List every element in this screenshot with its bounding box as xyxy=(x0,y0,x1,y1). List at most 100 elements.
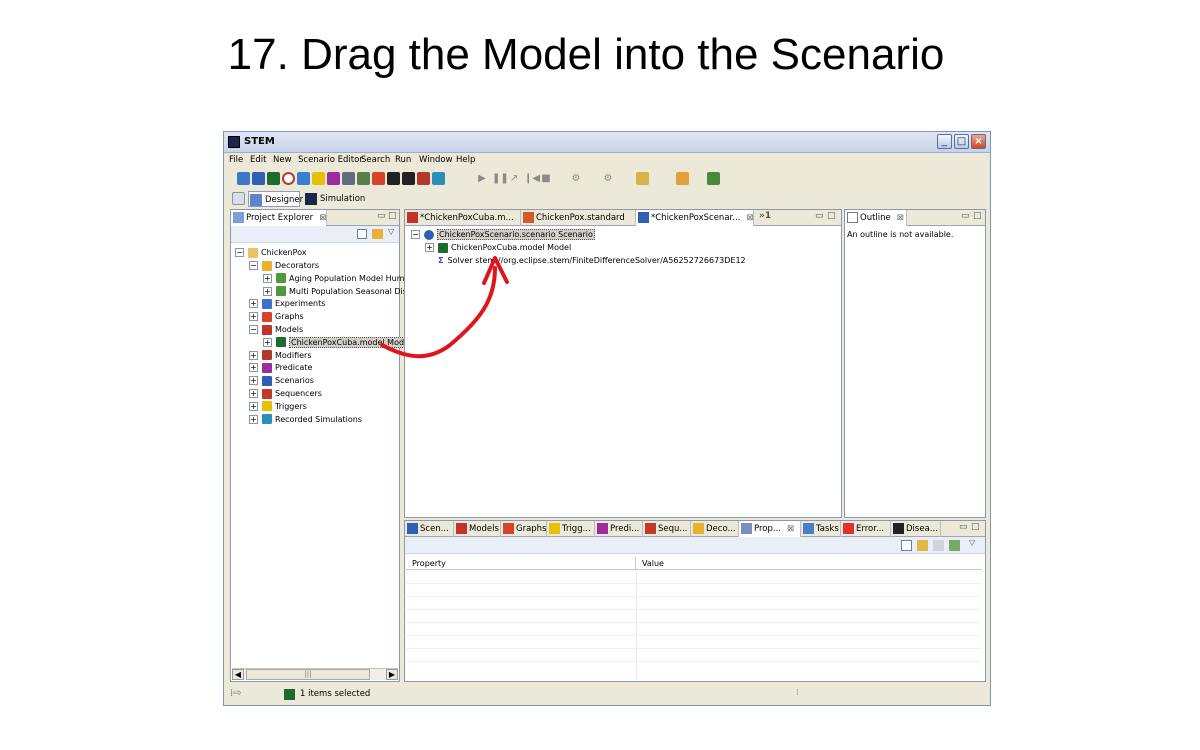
scenario-root[interactable]: − ChickenPoxScenario.scenario Scenario xyxy=(411,229,595,242)
expand-toggle[interactable]: + xyxy=(425,243,434,252)
tree-item-chickenpoxcuba-model-model[interactable]: + ChickenPoxCuba.model Model xyxy=(263,336,414,350)
reset-icon[interactable]: ❙◀ xyxy=(524,172,540,185)
step-icon[interactable]: ↗ xyxy=(508,172,520,185)
collapse-toggle[interactable]: − xyxy=(249,261,258,270)
expand-toggle[interactable]: + xyxy=(249,389,258,398)
bottom-tab-sequ[interactable]: Sequ... xyxy=(643,521,691,537)
perspective-designer[interactable]: Designer xyxy=(248,191,303,207)
maximize-view-icon[interactable]: □ xyxy=(388,211,397,221)
expand-toggle[interactable]: + xyxy=(249,414,258,424)
editor-overflow[interactable]: »1 xyxy=(759,211,771,221)
tab-outline[interactable]: Outline ⊠ xyxy=(845,210,907,226)
close-tab-icon[interactable]: ⊠ xyxy=(746,213,753,223)
minimize-view-icon[interactable]: ▭ xyxy=(377,211,386,221)
maximize-button[interactable]: □ xyxy=(954,134,969,149)
pause-icon[interactable]: ❚❚ xyxy=(492,172,509,185)
maximize-view-icon[interactable]: □ xyxy=(971,522,980,532)
bottom-tab-deco[interactable]: Deco... xyxy=(691,521,739,537)
link-with-editor-icon[interactable] xyxy=(372,229,383,239)
close-tab-icon[interactable]: ⊠ xyxy=(897,213,904,223)
expand-toggle[interactable]: + xyxy=(249,312,258,322)
tree-item-models[interactable]: − Models xyxy=(249,324,303,337)
new-trigger-icon[interactable] xyxy=(312,172,325,185)
new-predicate-icon[interactable] xyxy=(327,172,340,185)
tree-item-scenarios[interactable]: + Scenarios xyxy=(249,375,314,388)
new-chart-icon[interactable] xyxy=(372,172,385,185)
search-icon[interactable] xyxy=(707,172,720,185)
maximize-view-icon[interactable]: □ xyxy=(973,211,982,221)
tree-item-modifiers[interactable]: + Modifiers xyxy=(249,350,312,363)
expand-toggle[interactable]: + xyxy=(263,337,272,347)
editor-tab-chickenpoxcuba-m[interactable]: *ChickenPoxCuba.m... xyxy=(405,210,521,226)
column-property[interactable]: Property xyxy=(406,557,636,570)
new-sequencer-icon[interactable] xyxy=(282,172,295,185)
scroll-thumb[interactable]: ||| xyxy=(246,669,370,680)
close-tab-icon[interactable]: ⊠ xyxy=(319,213,326,223)
scenario-model-item[interactable]: + ChickenPoxCuba.model Model xyxy=(425,242,571,255)
minimize-editor-icon[interactable]: ▭ xyxy=(815,211,824,221)
minimize-button[interactable]: _ xyxy=(937,134,952,149)
editor-tab-chickenpox-standard[interactable]: ChickenPox.standard xyxy=(521,210,636,226)
menu-search[interactable]: Search xyxy=(361,155,390,165)
collapse-toggle[interactable]: − xyxy=(235,248,244,257)
minimize-view-icon[interactable]: ▭ xyxy=(959,522,968,532)
tree-item-recorded-simulations[interactable]: + Recorded Simulations xyxy=(249,414,362,427)
column-value[interactable]: Value xyxy=(636,557,982,570)
maximize-editor-icon[interactable]: □ xyxy=(827,211,836,221)
view-menu-icon[interactable]: ▽ xyxy=(969,538,975,547)
bottom-tab-tasks[interactable]: Tasks xyxy=(801,521,841,537)
tree-item-triggers[interactable]: + Triggers xyxy=(249,401,307,414)
expand-toggle[interactable]: + xyxy=(249,350,258,360)
perspective-simulation[interactable]: Simulation xyxy=(304,191,365,207)
expand-toggle[interactable]: + xyxy=(249,401,258,411)
editor-tab-chickenpoxscenar[interactable]: *ChickenPoxScenar... ⊠ xyxy=(636,210,754,226)
new-scenario-icon[interactable] xyxy=(252,172,265,185)
horizontal-scrollbar[interactable]: ◀ ||| ▶ xyxy=(232,668,398,680)
new-decorator-icon[interactable] xyxy=(357,172,370,185)
expand-toggle[interactable]: + xyxy=(249,299,258,309)
menu-help[interactable]: Help xyxy=(456,155,475,165)
collapse-toggle[interactable]: − xyxy=(249,325,258,334)
collapse-all-icon[interactable] xyxy=(357,229,367,239)
expand-toggle[interactable]: + xyxy=(249,376,258,386)
menu-new[interactable]: New xyxy=(273,155,292,165)
new-recorded-icon[interactable] xyxy=(432,172,445,185)
new-population-icon[interactable] xyxy=(402,172,415,185)
fast-view-icon[interactable]: ⁞⇨ xyxy=(230,688,242,699)
pin-icon[interactable] xyxy=(949,540,960,551)
new-disease-icon[interactable] xyxy=(387,172,400,185)
bottom-tab-error[interactable]: Error... xyxy=(841,521,891,537)
scroll-left-icon[interactable]: ◀ xyxy=(232,669,244,680)
scroll-right-icon[interactable]: ▶ xyxy=(386,669,398,680)
close-tab-icon[interactable]: ⊠ xyxy=(787,524,794,534)
tree-item-decorators[interactable]: − Decorators xyxy=(249,260,319,273)
menu-run[interactable]: Run xyxy=(395,155,411,165)
new-wizard-icon[interactable] xyxy=(237,172,250,185)
open-perspective-icon[interactable] xyxy=(232,192,245,205)
tree-item-predicate[interactable]: + Predicate xyxy=(249,362,312,375)
close-button[interactable]: × xyxy=(971,134,986,149)
bottom-tab-disea[interactable]: Disea... xyxy=(891,521,941,537)
new-modifier-icon[interactable] xyxy=(417,172,430,185)
bottom-tab-predi[interactable]: Predi... xyxy=(595,521,643,537)
bottom-tab-trigg[interactable]: Trigg... xyxy=(547,521,595,537)
show-advanced-icon[interactable] xyxy=(917,540,928,551)
bottom-tab-prop[interactable]: Prop... ⊠ xyxy=(739,521,801,537)
profile-icon[interactable]: ⚙ xyxy=(602,172,614,185)
scenario-solver-item[interactable]: Σ Solver stem://org.eclipse.stem/FiniteDi… xyxy=(438,255,746,268)
new-graph-icon[interactable] xyxy=(342,172,355,185)
debug-icon[interactable]: ⚙ xyxy=(570,172,582,185)
tree-item-sequencers[interactable]: + Sequencers xyxy=(249,388,322,401)
new-experiment-icon[interactable] xyxy=(297,172,310,185)
bottom-tab-scen[interactable]: Scen... xyxy=(405,521,454,537)
collapse-toggle[interactable]: − xyxy=(411,230,420,239)
tree-item-graphs[interactable]: + Graphs xyxy=(249,311,304,324)
expand-toggle[interactable]: + xyxy=(249,363,258,373)
run-icon[interactable]: ▶ xyxy=(476,172,488,185)
minimize-view-icon[interactable]: ▭ xyxy=(961,211,970,221)
expand-toggle[interactable]: + xyxy=(263,273,272,283)
tree-project[interactable]: − ChickenPox xyxy=(235,247,307,260)
menu-file[interactable]: File xyxy=(229,155,243,165)
menu-window[interactable]: Window xyxy=(419,155,453,165)
restore-default-icon[interactable] xyxy=(933,540,944,551)
